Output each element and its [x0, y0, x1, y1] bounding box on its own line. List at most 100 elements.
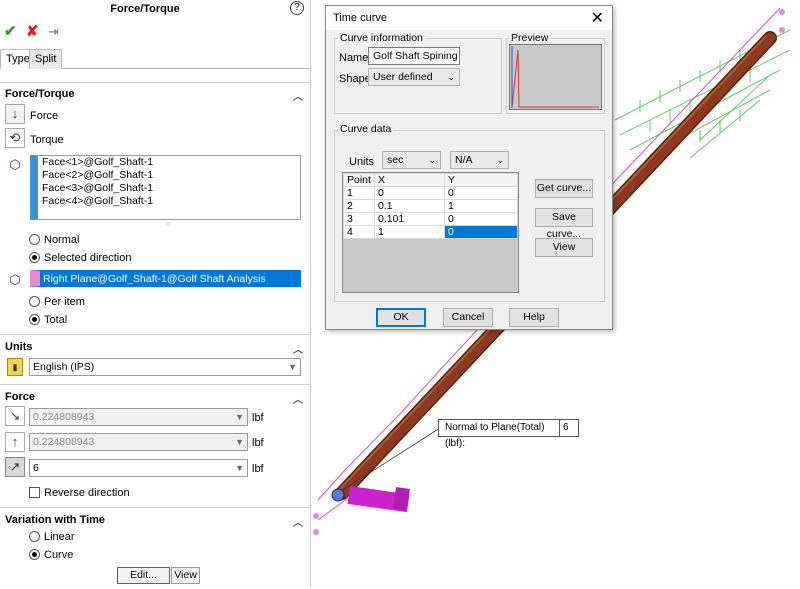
faces-selection-list[interactable]: Face<1>@Golf_Shaft-1 Face<2>@Golf_Shaft-…	[30, 155, 301, 220]
unit-label: lbf	[252, 437, 264, 449]
force-type-icon[interactable]: ↓	[5, 104, 25, 124]
callout-value-field[interactable]: 6	[559, 419, 579, 437]
shape-select[interactable]: User defined ⌄	[368, 68, 460, 86]
column-header: Point	[343, 173, 375, 187]
force-value-1: 0.224808943	[33, 411, 95, 423]
list-item[interactable]: Face<1>@Golf_Shaft-1	[38, 156, 300, 169]
units-value: English (IPS)	[33, 361, 95, 373]
force-value-3: 6	[33, 462, 39, 474]
torque-type-icon[interactable]: ⟲	[5, 128, 25, 148]
ok-check-icon[interactable]: ✔	[4, 22, 17, 40]
curve-radio[interactable]	[29, 549, 40, 560]
table-cell[interactable]: 0.1	[373, 199, 446, 213]
chevron-down-icon: ⌄	[428, 155, 436, 165]
help-button[interactable]: Help	[509, 308, 559, 327]
cancel-x-icon[interactable]: ✘	[26, 22, 39, 40]
force-direction-3-icon[interactable]: ↗	[5, 457, 25, 477]
table-cell: 3	[343, 212, 375, 226]
view-button[interactable]: View	[535, 238, 593, 257]
tab-split[interactable]: Split	[29, 49, 63, 69]
units-label: Units	[349, 156, 375, 168]
table-cell-selected[interactable]: 0	[444, 225, 518, 239]
curve-name-input[interactable]: Golf Shaft Spining	[368, 47, 460, 65]
list-item[interactable]: Face<2>@Golf_Shaft-1	[38, 169, 300, 182]
force-callout[interactable]: Normal to Plane(Total) (lbf):	[438, 419, 560, 449]
selected-direction-radio[interactable]	[29, 252, 40, 263]
collapse-caret-icon[interactable]: ︿	[293, 391, 303, 406]
ok-button[interactable]: OK	[376, 308, 426, 327]
direction-reference-text: Right Plane@Golf_Shaft-1@Golf Shaft Anal…	[43, 273, 266, 285]
help-icon[interactable]: ?	[290, 1, 304, 15]
curve-data-label: Curve data	[338, 123, 394, 135]
table-cell[interactable]: 0	[444, 186, 518, 200]
x-units-select[interactable]: sec ⌄	[382, 151, 441, 169]
collapse-caret-icon[interactable]: ︿	[293, 341, 303, 356]
y-units-select[interactable]: N/A ⌄	[450, 151, 509, 169]
linear-label: Linear	[44, 531, 75, 543]
units-select[interactable]: English (IPS) ▼	[29, 358, 301, 376]
unit-label: lbf	[252, 463, 264, 475]
selection-handle[interactable]	[313, 513, 319, 519]
selection-handle[interactable]	[779, 9, 785, 15]
cancel-button[interactable]: Cancel	[443, 308, 493, 327]
table-row[interactable]: 1 0 0	[343, 186, 518, 200]
per-item-radio[interactable]	[29, 296, 40, 307]
chevron-down-icon: ⌄	[447, 72, 455, 82]
total-radio[interactable]	[29, 314, 40, 325]
force-value-2-field: 0.224808943 ▼	[29, 433, 248, 451]
section-force-torque-header[interactable]: Force/Torque ︿	[0, 88, 311, 104]
total-label: Total	[44, 314, 68, 326]
selection-handle[interactable]	[313, 529, 319, 535]
collapse-caret-icon[interactable]: ︿	[293, 88, 303, 103]
panel-title: Force/Torque	[110, 3, 180, 15]
chevron-down-icon: ▼	[235, 437, 244, 447]
column-header: Y	[444, 173, 518, 187]
direction-reference-field[interactable]: Right Plane@Golf_Shaft-1@Golf Shaft Anal…	[30, 270, 301, 287]
view-curve-button[interactable]: View	[171, 567, 200, 584]
force-direction-1-icon[interactable]: ↘	[5, 406, 25, 426]
table-cell[interactable]: 1	[444, 199, 518, 213]
dialog-title: Time curve	[333, 12, 387, 24]
per-item-label: Per item	[44, 296, 85, 308]
table-row[interactable]: 3 0.101 0	[343, 212, 518, 226]
selection-handle[interactable]	[779, 27, 785, 33]
reverse-direction-checkbox[interactable]	[29, 487, 40, 498]
list-item[interactable]: Face<3>@Golf_Shaft-1	[38, 182, 300, 195]
direction-reference-icon: ⬡	[5, 271, 25, 291]
divider	[0, 384, 311, 385]
section-force-header[interactable]: Force ︿	[0, 391, 311, 407]
save-curve-button[interactable]: Save curve...	[535, 208, 593, 240]
force-direction-2-icon[interactable]: ↑	[5, 432, 25, 452]
table-cell[interactable]: 0.101	[373, 212, 446, 226]
force-value-1-field: 0.224808943 ▼	[29, 408, 248, 426]
get-curve-button[interactable]: Get curve...	[535, 179, 593, 198]
divider	[0, 82, 311, 83]
chevron-down-icon: ▼	[288, 362, 297, 372]
section-variation-header[interactable]: Variation with Time ︿	[0, 514, 311, 530]
divider	[0, 334, 311, 335]
table-row[interactable]: 2 0.1 1	[343, 199, 518, 213]
pin-icon[interactable]: ⇥	[48, 24, 59, 40]
list-item[interactable]: Face<4>@Golf_Shaft-1	[38, 195, 300, 208]
table-cell[interactable]: 1	[373, 225, 446, 239]
chevron-down-icon: ⌄	[496, 155, 504, 165]
edit-curve-button[interactable]: Edit...	[117, 567, 170, 584]
normal-radio[interactable]	[29, 234, 40, 245]
force-value-2: 0.224808943	[33, 436, 95, 448]
section-title: Variation with Time	[5, 514, 106, 526]
close-icon[interactable]: ✕	[591, 8, 604, 28]
table-row[interactable]: 4 1 0	[343, 225, 518, 239]
callout-value: 6	[563, 422, 569, 433]
ruler-icon: ▮	[7, 358, 23, 376]
linear-radio[interactable]	[29, 531, 40, 542]
chevron-down-icon: ▼	[235, 412, 244, 422]
torque-type-label: Torque	[30, 134, 64, 146]
collapse-caret-icon[interactable]: ︿	[293, 514, 303, 529]
table-cell[interactable]: 0	[373, 186, 446, 200]
force-value-3-field[interactable]: 6 ▼	[29, 459, 248, 477]
dialog-titlebar[interactable]: Time curve ✕	[326, 6, 612, 30]
section-units-header[interactable]: Units ︿	[0, 341, 311, 357]
resize-handle-icon[interactable]: ○	[166, 219, 171, 228]
table-cell: 1	[343, 186, 375, 200]
table-cell[interactable]: 0	[444, 212, 518, 226]
